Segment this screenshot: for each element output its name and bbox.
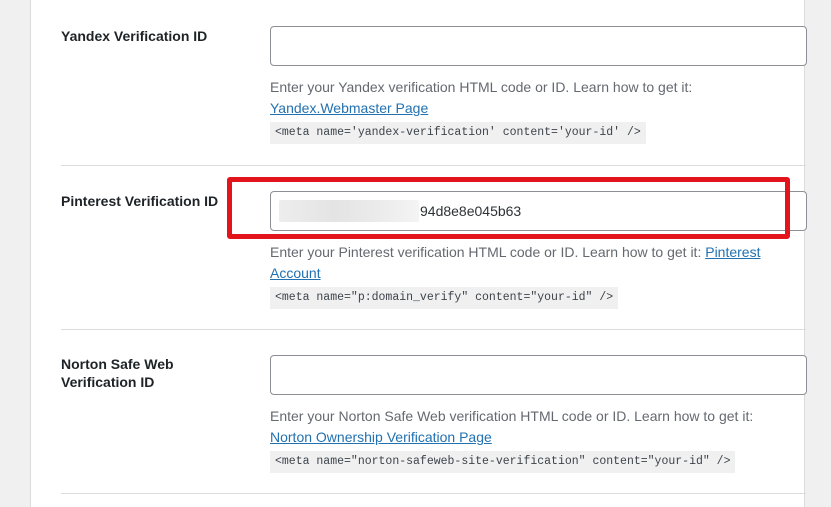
redacted-value xyxy=(279,200,419,222)
yandex-webmaster-link[interactable]: Yandex.Webmaster Page xyxy=(270,100,428,116)
yandex-label: Yandex Verification ID xyxy=(61,28,208,44)
norton-verification-input[interactable] xyxy=(270,355,807,395)
pinterest-description-text: Enter your Pinterest verification HTML c… xyxy=(270,244,706,260)
settings-panel: Yandex Verification ID Enter your Yandex… xyxy=(30,0,807,507)
yandex-description: Enter your Yandex verification HTML code… xyxy=(270,77,790,144)
pinterest-description: Enter your Pinterest verification HTML c… xyxy=(270,242,790,309)
norton-description-text: Enter your Norton Safe Web verification … xyxy=(270,408,754,424)
yandex-verification-input[interactable] xyxy=(270,26,807,66)
yandex-description-text: Enter your Yandex verification HTML code… xyxy=(270,79,693,95)
pinterest-code-snippet: <meta name="p:domain_verify" content="yo… xyxy=(270,287,619,309)
separator xyxy=(61,165,806,166)
norton-description: Enter your Norton Safe Web verification … xyxy=(270,406,800,473)
pinterest-verification-input[interactable]: 94d8e8e045b63 xyxy=(270,191,807,231)
norton-code-snippet: <meta name="norton-safeweb-site-verifica… xyxy=(270,451,736,473)
separator xyxy=(61,329,806,330)
norton-label: Norton Safe Web Verification ID xyxy=(61,356,174,390)
separator xyxy=(61,493,806,494)
norton-verification-link[interactable]: Norton Ownership Verification Page xyxy=(270,429,492,445)
yandex-code-snippet: <meta name='yandex-verification' content… xyxy=(270,122,646,144)
pinterest-label: Pinterest Verification ID xyxy=(61,193,219,209)
pinterest-input-value: 94d8e8e045b63 xyxy=(420,203,522,219)
